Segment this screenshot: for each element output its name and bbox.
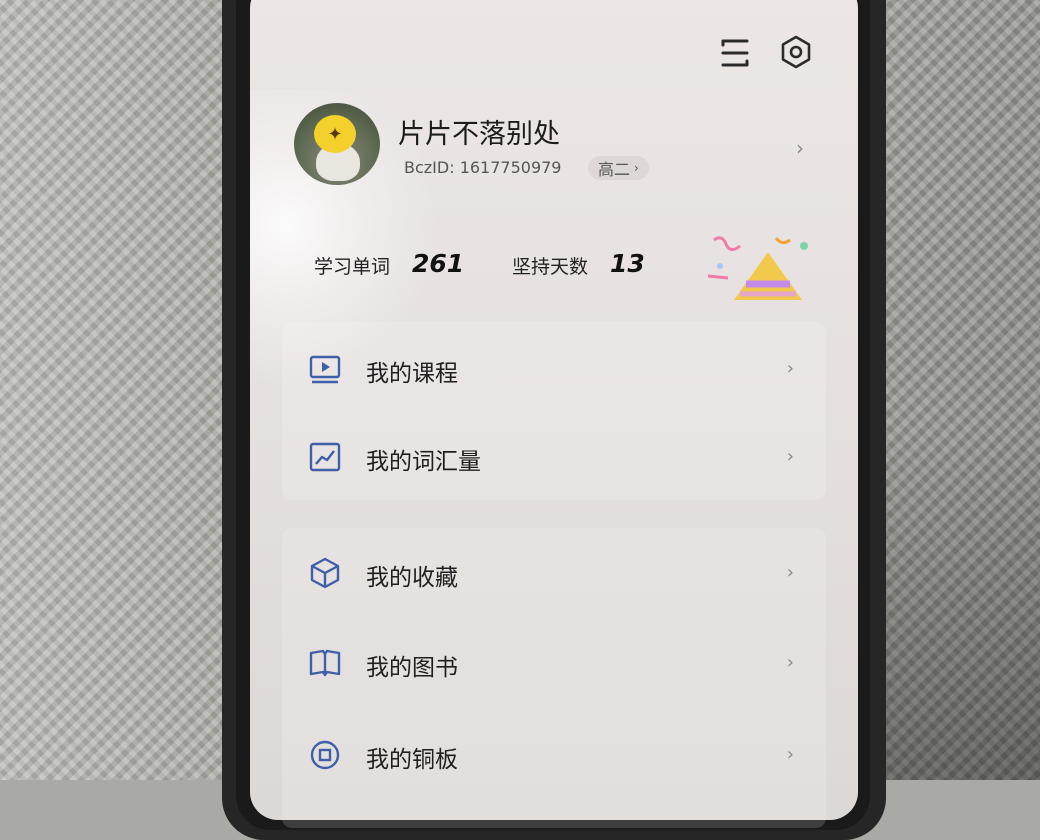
bczid-text: BczID: 1617750979	[404, 158, 562, 177]
stat-words-value: 261	[412, 249, 465, 278]
grade-label: 高二	[598, 160, 631, 179]
menu-item-books[interactable]: 我的图书 ›	[300, 638, 820, 688]
chevron-right-icon: ›	[786, 744, 794, 765]
stat-days-value: 13	[610, 249, 645, 278]
chevron-right-icon: ›	[786, 446, 794, 467]
menu-label-courses: 我的课程	[366, 361, 458, 387]
menu-label-favorites: 我的收藏	[366, 565, 458, 591]
menu-item-vocabulary[interactable]: 我的词汇量 ›	[300, 432, 820, 482]
coin-icon	[308, 738, 342, 772]
menu-label-books: 我的图书	[366, 655, 458, 681]
chevron-right-icon: ›	[786, 562, 794, 583]
chevron-right-icon: ›	[786, 652, 794, 673]
party-popper-icon	[706, 232, 816, 304]
menu-item-favorites[interactable]: 我的收藏 ›	[300, 548, 820, 598]
chevron-right-icon[interactable]: ›	[796, 136, 804, 160]
stat-words-label: 学习单词	[314, 256, 391, 278]
menu-label-coins: 我的铜板	[366, 747, 458, 773]
switch-account-icon[interactable]	[718, 36, 752, 70]
menu-item-courses[interactable]: 我的课程 ›	[300, 344, 820, 394]
username[interactable]: 片片不落别处	[398, 112, 560, 151]
grade-badge[interactable]: 高二 ›	[588, 156, 649, 180]
settings-icon[interactable]	[778, 34, 814, 70]
chevron-right-icon: ›	[786, 358, 794, 379]
menu-label-vocabulary: 我的词汇量	[366, 449, 481, 475]
chevron-right-icon: ›	[634, 161, 639, 175]
video-course-icon	[308, 352, 342, 386]
cube-icon	[308, 556, 342, 590]
menu-item-coins[interactable]: 我的铜板 ›	[300, 730, 820, 780]
avatar[interactable]: ✦	[294, 103, 380, 185]
emoji-icon: ✦	[314, 115, 356, 153]
stat-days-label: 坚持天数	[512, 256, 589, 278]
trend-chart-icon	[308, 440, 342, 474]
open-book-icon	[308, 646, 342, 680]
